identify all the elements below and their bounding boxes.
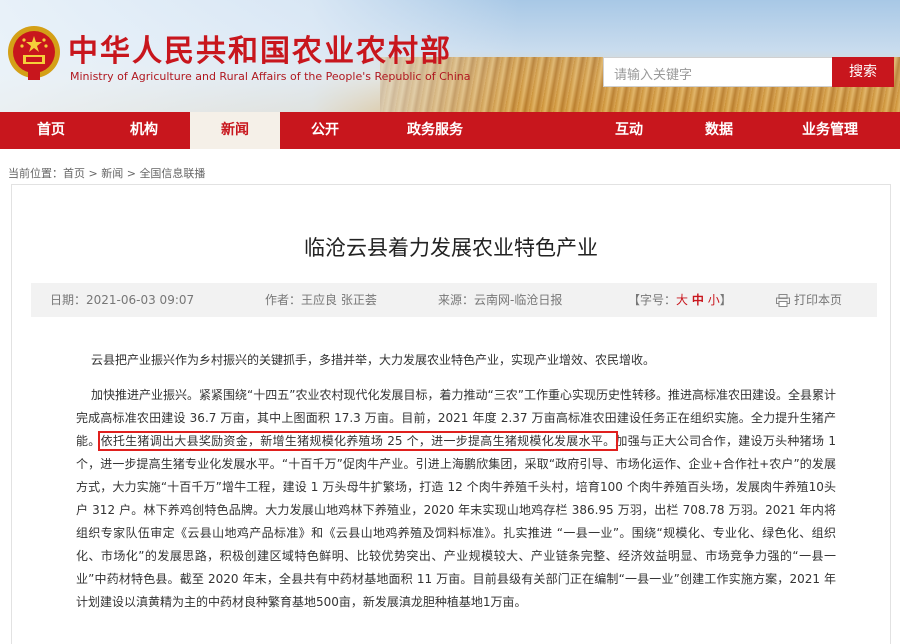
breadcrumb-home[interactable]: 首页 <box>63 167 85 180</box>
nav-item-business[interactable]: 业务管理 <box>780 112 880 149</box>
nav-item-gov-services[interactable]: 政务服务 <box>388 112 482 149</box>
printer-icon <box>776 294 790 307</box>
nav-item-public[interactable]: 公开 <box>296 112 354 149</box>
article-container: 临沧云县着力发展农业特色产业 日期：2021-06-03 09:07 作者：王应… <box>11 184 891 644</box>
article-body: 云县把产业振兴作为乡村振兴的关键抓手，多措并举，大力发展农业特色产业，实现产业增… <box>76 349 836 626</box>
font-size-medium[interactable]: 中 <box>692 293 704 307</box>
nav-item-news[interactable]: 新闻 <box>190 112 280 149</box>
national-emblem-icon <box>8 26 60 80</box>
article-date: 日期：2021-06-03 09:07 <box>50 293 195 307</box>
nav-item-home[interactable]: 首页 <box>22 112 80 149</box>
search-button[interactable]: 搜索 <box>832 57 894 87</box>
nav-item-interaction[interactable]: 互动 <box>600 112 658 149</box>
article-title: 临沧云县着力发展农业特色产业 <box>304 236 598 260</box>
nav-item-data[interactable]: 数据 <box>690 112 748 149</box>
breadcrumb-current[interactable]: 全国信息联播 <box>139 167 205 180</box>
nav-item-organization[interactable]: 机构 <box>112 112 176 149</box>
article-source: 来源：云南网-临沧日报 <box>438 293 563 307</box>
paragraph: 云县把产业振兴作为乡村振兴的关键抓手，多措并举，大力发展农业特色产业，实现产业增… <box>91 353 656 367</box>
print-button[interactable]: 打印本页 <box>776 283 842 317</box>
search-input[interactable]: 请输入关键字 <box>603 57 833 87</box>
font-size-large[interactable]: 大 <box>676 293 688 307</box>
site-header: 中华人民共和国农业农村部 Ministry of Agriculture and… <box>0 0 900 112</box>
paragraph: 加快推进产业振兴。紧紧围绕“十四五”农业农村现代化发展目标，着力推动“三农”工作… <box>76 388 836 609</box>
site-title: 中华人民共和国农业农村部 <box>68 34 452 69</box>
font-size-control: 【字号：大 中 小】 <box>628 293 732 307</box>
breadcrumb-separator: > <box>85 167 102 180</box>
main-nav: 首页 机构 新闻 公开 政务服务 互动 数据 业务管理 <box>0 112 900 149</box>
breadcrumb: 当前位置：首页 > 新闻 > 全国信息联播 <box>8 165 205 181</box>
highlighted-sentence: 依托生猪调出大县奖励资金，新增生猪规模化养殖场 25 个，进一步提高生猪规模化发… <box>97 431 619 451</box>
article-author: 作者：王应良 张正荟 <box>265 293 377 307</box>
site-subtitle: Ministry of Agriculture and Rural Affair… <box>70 70 471 83</box>
breadcrumb-news[interactable]: 新闻 <box>101 167 123 180</box>
breadcrumb-prefix: 当前位置： <box>8 167 63 180</box>
article-meta-bar: 日期：2021-06-03 09:07 作者：王应良 张正荟 来源：云南网-临沧… <box>31 283 877 317</box>
breadcrumb-separator: > <box>123 167 140 180</box>
print-label: 打印本页 <box>794 293 843 307</box>
font-size-small[interactable]: 小 <box>708 293 720 307</box>
